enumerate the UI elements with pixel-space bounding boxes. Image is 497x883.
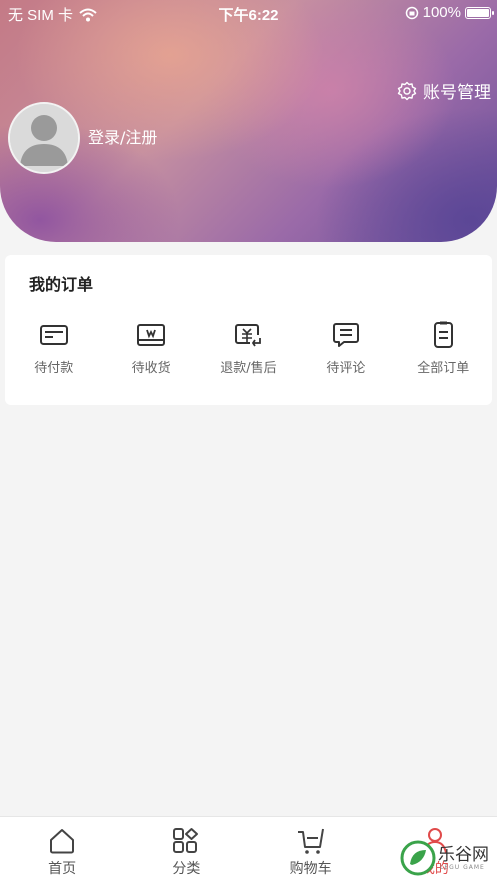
default-avatar-icon (10, 104, 78, 172)
order-item-label: 待收货 (131, 361, 171, 376)
account-management-label: 账号管理 (423, 83, 491, 103)
my-orders-card: 我的订单 待付款 待收货 退款/售后 待评论 全部订单 (5, 255, 492, 405)
order-item-label: 全部订单 (417, 361, 470, 376)
tab-home[interactable]: 首页 (0, 817, 124, 883)
order-pending-review[interactable]: 待评论 (297, 321, 394, 376)
order-item-label: 待付款 (34, 361, 74, 376)
status-bar: 无 SIM 卡 下午6:22 100% (0, 0, 497, 26)
avatar[interactable] (8, 102, 80, 174)
card-icon (39, 325, 68, 345)
login-register-link[interactable]: 登录/注册 (88, 124, 157, 148)
gear-icon (397, 81, 417, 100)
tab-label: 购物车 (289, 861, 332, 877)
package-icon (137, 324, 166, 346)
tab-cart[interactable]: 购物车 (249, 817, 373, 883)
leaf-logo-icon (400, 840, 436, 876)
order-pending-payment[interactable]: 待付款 (5, 321, 102, 376)
order-item-label: 待评论 (326, 361, 366, 376)
category-icon (173, 828, 199, 853)
tab-label: 分类 (172, 861, 201, 877)
watermark-text: 乐谷网 (438, 845, 489, 865)
account-management-button[interactable]: 账号管理 (397, 78, 491, 103)
orientation-lock-icon (405, 6, 418, 19)
battery-icon (465, 6, 494, 19)
document-icon (434, 321, 454, 348)
comment-icon (332, 323, 359, 347)
watermark-subtext: LEGU GAME (440, 864, 485, 871)
site-watermark: 乐谷网 LEGU GAME (400, 838, 495, 883)
order-item-label: 退款/售后 (220, 361, 277, 376)
order-refund-aftersale[interactable]: 退款/售后 (200, 321, 297, 376)
cart-icon (297, 828, 324, 854)
tab-category[interactable]: 分类 (124, 817, 248, 883)
home-icon (50, 829, 75, 854)
orders-title: 我的订单 (29, 275, 94, 294)
order-all[interactable]: 全部订单 (395, 321, 492, 376)
battery-percent: 100% (422, 4, 461, 21)
order-pending-receipt[interactable]: 待收货 (102, 321, 199, 376)
tab-label: 首页 (48, 861, 77, 877)
refund-icon (235, 324, 262, 347)
